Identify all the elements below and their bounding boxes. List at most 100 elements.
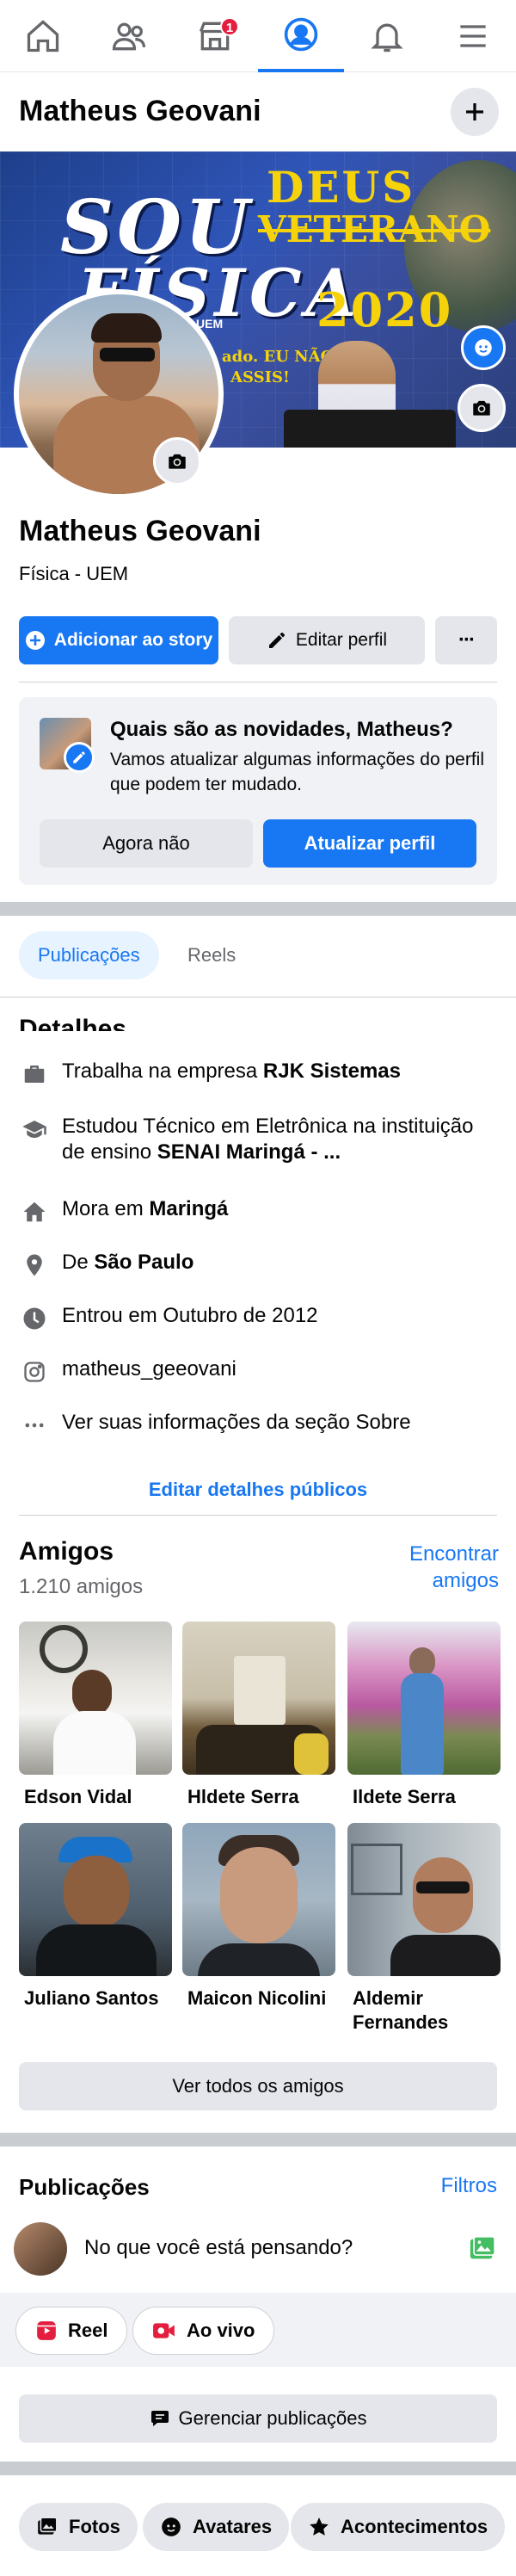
detail-work-company: RJK Sistemas	[262, 1059, 401, 1083]
friends-icon	[112, 22, 146, 51]
location-pin-icon	[19, 1250, 50, 1281]
not-now-button[interactable]: Agora não	[40, 819, 253, 868]
cover-dj-equipment	[284, 410, 456, 448]
profile-name: Matheus Geovani	[19, 515, 261, 547]
avatar-chat-button[interactable]	[461, 325, 506, 370]
cover-text-year: 2020	[316, 282, 453, 337]
friend-name[interactable]: Maicon Nicolini	[187, 1986, 341, 2011]
nav-marketplace[interactable]: 1	[172, 0, 258, 72]
tab-posts[interactable]: Publicações	[19, 931, 159, 979]
detail-lives: Mora em Maringá	[19, 1196, 501, 1227]
profile-icon	[284, 17, 318, 52]
avatars-chip[interactable]: Avatares	[143, 2503, 290, 2551]
friend-photo[interactable]	[19, 1823, 172, 1976]
notification-badge: 1	[220, 17, 239, 36]
detail-work: Trabalha na empresa RJK Sistemas	[19, 1059, 501, 1090]
friend-photo[interactable]	[182, 1823, 335, 1976]
photos-icon	[38, 2517, 58, 2535]
detail-from-prefix: De	[62, 1251, 95, 1274]
cover-text-veterano: VETERANO	[258, 208, 491, 250]
photos-label: Fotos	[69, 2516, 120, 2537]
detail-instagram[interactable]: matheus_geeovani	[19, 1356, 501, 1387]
plus-icon	[466, 103, 483, 120]
prompt-text: Vamos atualizar algumas informações do p…	[110, 750, 484, 794]
nav-friends[interactable]	[86, 0, 172, 72]
house-icon	[19, 1196, 50, 1227]
cover-camera-button[interactable]	[458, 384, 506, 432]
find-friends-link[interactable]: Encontrar amigos	[378, 1541, 499, 1594]
nav-profile[interactable]	[258, 0, 344, 72]
bell-icon	[371, 23, 403, 53]
home-icon	[27, 20, 59, 53]
star-icon	[310, 2517, 329, 2536]
nav-notifications[interactable]	[344, 0, 430, 72]
reel-icon	[37, 2321, 56, 2340]
photo-icon[interactable]	[468, 2234, 497, 2264]
header-username: Matheus Geovani	[19, 95, 261, 127]
graduation-cap-icon	[19, 1114, 50, 1145]
manage-posts-label: Gerenciar publicações	[178, 2407, 367, 2429]
nav-menu[interactable]	[430, 0, 516, 72]
ellipsis-icon	[19, 1410, 50, 1441]
camera-icon	[473, 400, 490, 416]
events-label: Acontecimentos	[341, 2516, 488, 2537]
edit-profile-label: Editar perfil	[295, 630, 388, 650]
more-options-button[interactable]: ···	[435, 616, 497, 664]
avatar-face-icon	[475, 339, 492, 356]
detail-education-school: SENAI Maringá - ...	[157, 1140, 341, 1164]
composer-avatar[interactable]	[14, 2222, 67, 2276]
update-profile-button[interactable]: Atualizar perfil	[263, 819, 476, 868]
friends-count: 1.210 amigos	[19, 1575, 144, 1598]
pencil-icon	[73, 751, 85, 763]
briefcase-icon	[19, 1059, 50, 1090]
friend-name[interactable]: Hldete Serra	[187, 1785, 341, 1809]
edit-profile-button[interactable]: Editar perfil	[229, 616, 425, 664]
avatar-face-icon	[162, 2517, 181, 2536]
plus-circle-icon	[25, 631, 45, 650]
tab-reels[interactable]: Reels	[169, 931, 255, 979]
detail-education: Estudou Técnico em Eletrônica na institu…	[19, 1114, 501, 1165]
prompt-edit-badge	[64, 742, 95, 773]
detail-see-about-text: Ver suas informações da seção Sobre	[62, 1411, 411, 1434]
photos-chip[interactable]: Fotos	[19, 2503, 138, 2551]
friend-photo[interactable]	[347, 1622, 501, 1775]
profile-header-bar: Matheus Geovani	[0, 72, 516, 151]
edit-public-details-link[interactable]: Editar detalhes públicos	[0, 1479, 516, 1501]
events-chip[interactable]: Acontecimentos	[291, 2503, 506, 2551]
cover-text-small-1: ado. EU NÃO	[222, 348, 335, 366]
profile-subtitle: Física - UEM	[19, 563, 129, 584]
detail-lives-prefix: Mora em	[62, 1197, 150, 1220]
create-button[interactable]	[451, 88, 499, 136]
pencil-icon	[268, 633, 285, 648]
manage-posts-button[interactable]: Gerenciar publicações	[19, 2394, 497, 2443]
speech-bubble-icon	[150, 2411, 169, 2426]
see-all-friends-label: Ver todos os amigos	[172, 2075, 344, 2097]
camera-icon	[169, 454, 186, 469]
details-heading: Detalhes	[19, 1015, 127, 1031]
friend-name[interactable]: Juliano Santos	[24, 1986, 177, 2011]
friend-photo[interactable]	[19, 1622, 172, 1775]
profile-picture-camera-button[interactable]	[153, 437, 201, 485]
friend-photo[interactable]	[182, 1622, 335, 1775]
detail-from: De São Paulo	[19, 1250, 501, 1281]
detail-instagram-handle: matheus_geeovani	[62, 1357, 236, 1381]
friend-name[interactable]: Ildete Serra	[353, 1785, 506, 1809]
friend-name[interactable]: Edson Vidal	[24, 1785, 177, 1809]
cover-text-deus: DEUS	[267, 162, 416, 213]
filters-link[interactable]: Filtros	[441, 2174, 497, 2198]
prompt-title: Quais são as novidades, Matheus?	[110, 718, 453, 741]
see-all-friends-button[interactable]: Ver todos os amigos	[19, 2062, 497, 2110]
posts-heading: Publicações	[19, 2174, 150, 2200]
not-now-label: Agora não	[102, 832, 190, 854]
update-profile-label: Atualizar perfil	[304, 832, 436, 854]
live-button[interactable]: Ao vivo	[132, 2307, 275, 2355]
composer-prompt[interactable]: No que você está pensando?	[84, 2236, 353, 2260]
reel-button[interactable]: Reel	[15, 2307, 128, 2355]
friend-photo[interactable]	[347, 1823, 501, 1976]
add-to-story-button[interactable]: Adicionar ao story	[19, 616, 218, 664]
profile-update-prompt: Quais são as novidades, Matheus? Vamos a…	[19, 697, 497, 885]
detail-see-about[interactable]: Ver suas informações da seção Sobre	[19, 1410, 501, 1441]
nav-home[interactable]	[0, 0, 86, 72]
top-navigation-bar: 1	[0, 0, 516, 72]
friend-name[interactable]: Aldemir Fernandes	[353, 1986, 506, 2035]
